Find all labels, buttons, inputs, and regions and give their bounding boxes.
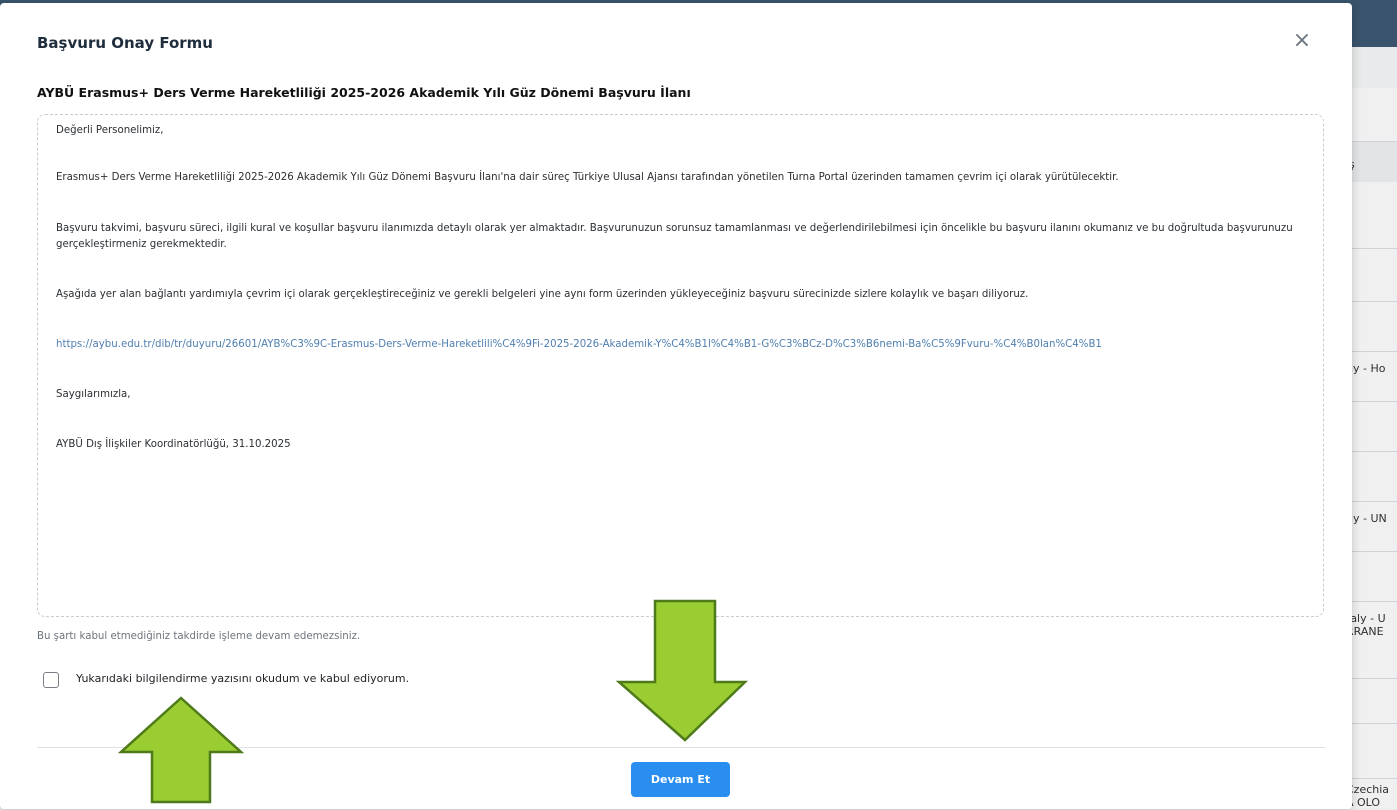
signature-text: AYBÜ Dış İlişkiler Koordinatörlüğü, 31.1… <box>56 439 291 450</box>
acceptance-checkbox-label[interactable]: Yukarıdaki bilgilendirme yazısını okudum… <box>76 672 409 685</box>
announcement-title: AYBÜ Erasmus+ Ders Verme Hareketliliği 2… <box>37 85 691 100</box>
continue-button[interactable]: Devam Et <box>631 762 730 797</box>
acceptance-warning: Bu şartı kabul etmediğiniz takdirde işle… <box>37 631 361 642</box>
paragraph-wishes: Aşağıda yer alan bağlantı yardımıyla çev… <box>56 289 1029 300</box>
announcement-content: Değerli Personelimiz, Erasmus+ Ders Verm… <box>37 114 1324 617</box>
close-icon[interactable]: × <box>1288 27 1316 55</box>
closing-text: Saygılarımızla, <box>56 389 131 400</box>
greeting-text: Değerli Personelimiz, <box>56 125 164 136</box>
arrow-up-icon <box>117 696 245 804</box>
announcement-link[interactable]: https://aybu.edu.tr/dib/tr/duyuru/26601/… <box>56 339 1102 350</box>
paragraph-calendar: Başvuru takvimi, başvuru süreci, ilgili … <box>56 223 1293 250</box>
arrow-down-icon <box>615 599 749 742</box>
acceptance-checkbox[interactable] <box>43 672 59 688</box>
paragraph-process: Erasmus+ Ders Verme Hareketliliği 2025-2… <box>56 172 1119 183</box>
modal-title: Başvuru Onay Formu <box>37 34 213 52</box>
